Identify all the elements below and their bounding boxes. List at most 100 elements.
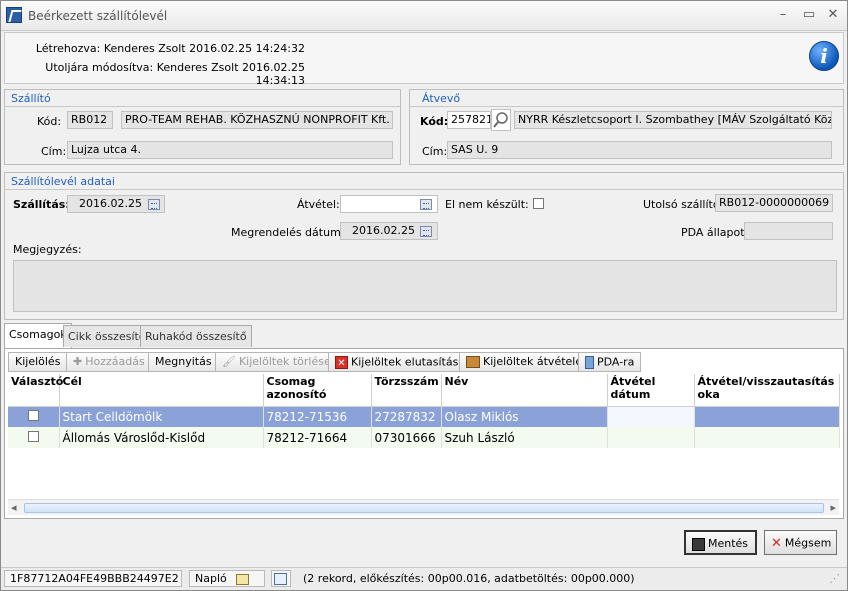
last-supplier-field[interactable]: RB012-0000000069 — [715, 194, 833, 212]
cancel-icon: ✕ — [771, 536, 782, 551]
supplier-group: Szállító Kód: RB012 PRO-TEAM REHAB. KÖZH… — [4, 89, 401, 165]
supplier-code-field[interactable]: RB012 — [67, 111, 113, 129]
scroll-right-icon[interactable]: ▸ — [830, 501, 836, 514]
book-icon — [236, 573, 250, 585]
window-title: Beérkezett szállítólevél — [28, 9, 168, 23]
supplier-name-field[interactable]: PRO-TEAM REHAB. KÖZHASZNÚ NONPROFIT Kft. — [121, 111, 393, 129]
calendar-icon[interactable] — [148, 199, 160, 210]
shipping-label: Szállítás: — [13, 198, 70, 211]
details-button[interactable] — [271, 570, 291, 587]
title-bar: Beérkezett szállítólevél – ▭ ✕ — [1, 1, 847, 31]
horizontal-scrollbar[interactable]: ◂ ▸ — [8, 499, 839, 515]
accept-label: Kijelöltek átvétele — [483, 355, 583, 368]
name-cell: Olasz Miklós — [441, 406, 608, 427]
select-label: Kijelölés — [15, 355, 61, 368]
col-employee-id[interactable]: Törzsszám — [371, 374, 442, 407]
log-button[interactable]: Napló — [189, 570, 265, 587]
row-checkbox[interactable] — [27, 409, 39, 421]
last-supplier-label: Utolsó szállító: — [643, 198, 724, 211]
info-icon[interactable]: i — [809, 41, 839, 71]
employee-id-cell: 07301666 — [371, 427, 442, 448]
tab-item-summary[interactable]: Cikk összesítő — [63, 325, 151, 347]
table-header: Választó Cél Csomag azonosító Törzsszám … — [8, 374, 840, 407]
supplier-group-title: Szállító — [11, 92, 51, 105]
reason-cell[interactable] — [694, 427, 840, 448]
select-button[interactable]: Kijelölés — [8, 352, 68, 372]
row-checkbox[interactable] — [27, 430, 39, 442]
window: Beérkezett szállítólevél – ▭ ✕ Létrehozv… — [0, 0, 848, 591]
reject-selected-button[interactable]: ✕ Kijelöltek elutasítása — [328, 352, 473, 372]
reject-label: Kijelöltek elutasítása — [351, 355, 466, 369]
supplier-address-label: Cím: — [41, 145, 67, 158]
broom-icon: 🖌 — [222, 355, 236, 368]
open-label: Megnyitás — [155, 355, 212, 368]
supplier-address-field[interactable]: Lujza utca 4. — [67, 141, 393, 159]
receipt-date-cell[interactable] — [607, 406, 695, 427]
resize-grip-icon[interactable]: ⋰ — [829, 572, 840, 585]
accept-selected-button[interactable]: Kijelöltek átvétele — [459, 352, 590, 372]
save-button[interactable]: Mentés — [684, 530, 757, 555]
receiver-group-title: Átvevő — [422, 92, 461, 105]
target-cell: Start Celldömölk — [59, 406, 264, 427]
col-name[interactable]: Név — [441, 374, 608, 407]
receipt-date-cell[interactable] — [607, 427, 695, 448]
receiver-search-button[interactable] — [491, 109, 511, 131]
col-receipt-date[interactable]: Átvétel dátum — [607, 374, 695, 407]
cancel-button[interactable]: ✕ Mégsem — [764, 530, 837, 555]
delete-label: Kijelöltek törlése — [238, 355, 331, 368]
receipt-label: Átvétel: — [297, 198, 340, 211]
reason-cell[interactable] — [694, 406, 840, 427]
scroll-left-icon[interactable]: ◂ — [11, 501, 17, 514]
calendar-icon[interactable] — [420, 199, 432, 210]
note-label: Megjegyzés: — [13, 243, 82, 256]
delivery-group-title: Szállítólevél adatai — [11, 175, 115, 188]
tab-clothing-summary[interactable]: Ruhakód összesítő — [140, 325, 252, 347]
table-row[interactable]: Állomás Városlőd-Kislőd 78212-71664 0730… — [8, 427, 840, 448]
box-icon — [466, 356, 480, 368]
col-reason[interactable]: Átvétel/visszautasítás oka — [694, 374, 840, 407]
target-cell: Állomás Városlőd-Kislőd — [59, 427, 264, 448]
employee-id-cell: 27287832 — [371, 406, 442, 427]
pda-status-field[interactable] — [744, 222, 833, 240]
col-target[interactable]: Cél — [59, 374, 264, 407]
delete-selected-button[interactable]: 🖌 Kijelöltek törlése — [215, 352, 338, 372]
col-select[interactable]: Választó — [8, 374, 63, 407]
col-package-id[interactable]: Csomag azonosító — [263, 374, 372, 407]
status-text: (2 rekord, előkészítés: 00p00.016, adatb… — [303, 572, 635, 585]
minimize-button[interactable]: – — [773, 6, 793, 24]
maximize-button[interactable]: ▭ — [799, 6, 819, 24]
close-button[interactable]: ✕ — [823, 6, 843, 24]
tab-packages[interactable]: Csomagok — [4, 323, 72, 349]
table-row[interactable]: Start Celldömölk 78212-71536 27287832 Ol… — [8, 406, 840, 427]
package-cell: 78212-71536 — [263, 406, 372, 427]
not-done-label: El nem készült: — [445, 198, 529, 211]
not-done-checkbox[interactable] — [533, 198, 544, 209]
add-button[interactable]: ✚ Hozzáadás — [66, 352, 152, 372]
receiver-name-field[interactable]: NYRR Készletcsoport I. Szombathey [MÁV S… — [514, 111, 832, 129]
receiver-address-field[interactable]: SAS U. 9 — [447, 141, 832, 159]
open-button[interactable]: Megnyitás — [148, 352, 219, 372]
note-field[interactable] — [13, 260, 837, 312]
pda-icon — [585, 356, 594, 369]
record-guid: 1F87712A04FE49BBB24497E2 — [4, 570, 182, 587]
delivery-group: Szállítólevél adatai Szállítás: 2016.02.… — [4, 172, 844, 320]
app-icon — [6, 7, 22, 23]
receiver-code-label: Kód: — [420, 115, 449, 128]
pda-label: PDA-ra — [597, 355, 635, 369]
reject-icon: ✕ — [335, 356, 348, 369]
cancel-label: Mégsem — [784, 536, 832, 550]
row-checkbox-cell[interactable] — [8, 406, 60, 427]
scroll-thumb[interactable] — [24, 503, 824, 513]
pda-button[interactable]: PDA-ra — [578, 352, 642, 372]
row-checkbox-cell[interactable] — [8, 427, 60, 448]
pda-status-label: PDA állapot: — [681, 226, 749, 239]
list-icon — [274, 573, 287, 585]
modified-info: Utoljára módosítva: Kenderes Zsolt 2016.… — [45, 61, 305, 87]
save-icon — [692, 537, 705, 551]
add-label: Hozzáadás — [85, 355, 145, 368]
receiver-group: Átvevő Kód: 257821 NYRR Készletcsoport I… — [409, 89, 844, 165]
search-icon — [493, 112, 508, 128]
receiver-code-field[interactable]: 257821 — [447, 111, 491, 129]
receiver-address-label: Cím: — [422, 145, 448, 158]
calendar-icon[interactable] — [420, 226, 432, 237]
